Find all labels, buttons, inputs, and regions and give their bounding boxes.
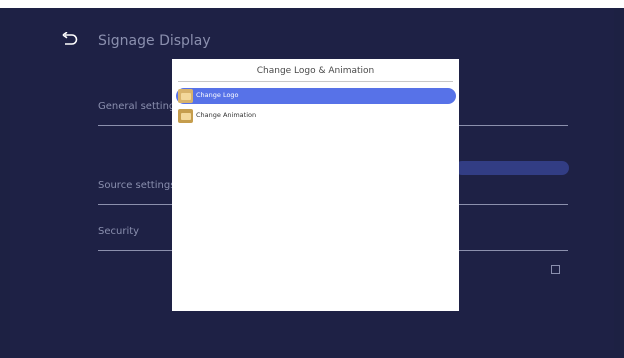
change-animation-item[interactable]: Change Animation [176,108,456,124]
security-label: Security [98,226,140,237]
source-settings-label: Source settings [98,180,176,191]
highlight-bar [455,161,569,175]
top-bar [0,0,624,8]
dialog-title: Change Logo & Animation [256,66,375,76]
back-arrow-icon[interactable] [62,32,78,46]
general-settings-label: General settings [98,101,181,112]
folder-icon [178,89,193,103]
folder-icon [178,109,193,123]
change-animation-label: Change Animation [196,111,257,119]
change-logo-dialog: Change Logo & Animation Change Logo Chan… [172,59,459,311]
change-logo-item[interactable]: Change Logo [176,88,456,104]
checkbox[interactable] [551,265,560,274]
page-title: Signage Display [98,33,211,49]
dialog-divider [178,81,453,82]
change-logo-label: Change Logo [196,91,239,99]
